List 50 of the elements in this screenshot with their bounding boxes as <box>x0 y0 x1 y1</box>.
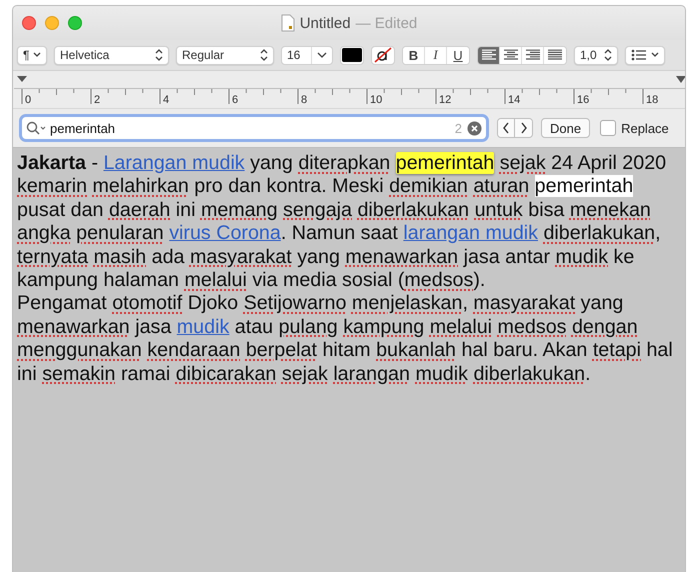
replace-checkbox[interactable] <box>600 120 616 136</box>
previous-match-button[interactable] <box>498 119 515 137</box>
stepper-icon <box>155 49 163 61</box>
search-field[interactable]: pemerintah 2 <box>19 114 489 142</box>
next-match-button[interactable] <box>515 119 532 137</box>
left-chevron-icon <box>502 122 510 134</box>
ruler-number: 16 <box>577 94 590 106</box>
bold-button[interactable]: B <box>403 46 425 64</box>
chevron-icon <box>651 52 659 58</box>
search-match: pemerintah <box>534 175 634 198</box>
search-icon <box>26 121 48 135</box>
font-style-popup[interactable]: Regular <box>176 46 274 64</box>
document-icon <box>280 14 295 32</box>
ruler-number: 2 <box>94 94 100 106</box>
chevron-icon <box>317 52 327 58</box>
match-count: 2 <box>454 120 462 136</box>
right-chevron-icon <box>520 122 528 134</box>
ruler-number: 10 <box>370 94 382 106</box>
struck-letter-icon <box>374 47 392 63</box>
right-margin-marker[interactable] <box>676 76 685 83</box>
bullet-list-icon <box>631 49 647 61</box>
tab-stop-marker[interactable] <box>17 76 27 82</box>
edited-status: — Edited <box>356 14 418 32</box>
list-style-popup[interactable] <box>625 46 665 64</box>
text-color-well[interactable] <box>340 46 364 64</box>
done-button[interactable]: Done <box>541 118 590 138</box>
window-title: Untitled <box>300 14 351 32</box>
ruler-number: 6 <box>232 94 238 106</box>
close-button[interactable] <box>22 16 36 30</box>
ruler-number: 0 <box>25 94 32 106</box>
ruler-number: 12 <box>439 94 452 106</box>
chevron-icon <box>33 52 41 58</box>
current-match-highlight: pemerintah <box>396 152 494 174</box>
align-left-button[interactable] <box>478 46 500 64</box>
font-size-combo[interactable]: 16 <box>281 46 333 64</box>
highlight-color-well[interactable] <box>371 46 395 64</box>
paragraph: Jakarta - Larangan mudik yang diterapkan pemerintah sejak 24 April 2020 kemarin melahirkan pro dan kontra. Meski demikian aturan pemerintah pusat dan daerah ini memang sengaja diberlakukan untuk bisa menekan angka penularan virus Corona. Namun saat larangan mudik diberlakukan, ternyata masih ada masyarakat yang menawarkan jasa antar mudik ke kampung halaman melalui via media sosial (medsos). <box>17 152 668 292</box>
clear-icon[interactable] <box>467 120 482 136</box>
stepper-icon <box>604 49 612 61</box>
paragraph: Pengamat otomotif Djoko Setijowarno menjelaskan, masyarakat yang menawarkan jasa mudik atau pulang kampung melalui medsos dengan menggunakan kendaraan berpelat hitam bukanlah hal baru. Akan tetapi hal ini semakin ramai dibicarakan sejak larangan mudik diberlakukan. <box>17 292 674 386</box>
search-input[interactable]: pemerintah <box>50 119 453 137</box>
ruler-number: 14 <box>508 94 520 106</box>
ruler-number: 4 <box>163 94 170 106</box>
line-spacing-popup[interactable]: 1,0 <box>574 46 618 64</box>
paragraph-style-popup[interactable]: ¶ <box>17 46 47 64</box>
font-family-popup[interactable]: Helvetica <box>54 46 169 64</box>
stepper-icon <box>260 49 268 61</box>
ruler-number: 18 <box>646 94 658 106</box>
ruler-number: 8 <box>301 94 308 106</box>
replace-label: Replace <box>621 120 669 136</box>
